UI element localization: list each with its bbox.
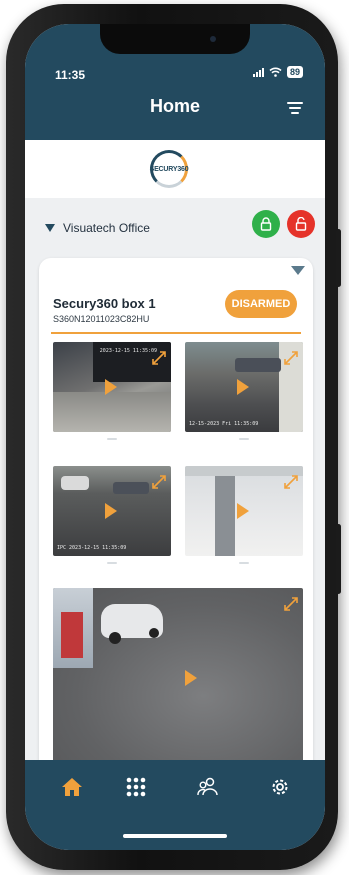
play-icon[interactable] (105, 379, 117, 395)
tab-users[interactable] (195, 774, 221, 800)
phone-frame: 11:35 89 Home SECURY360 Visuatech Office… (6, 4, 341, 870)
status-icons: 89 (252, 66, 303, 78)
notch (100, 24, 250, 54)
box-card: Secury360 box 1 S360N12011023C82HU DISAR… (39, 258, 313, 818)
expand-icon[interactable] (283, 596, 299, 612)
filter-icon[interactable] (287, 102, 303, 114)
expand-icon[interactable] (283, 474, 299, 490)
tab-settings[interactable] (267, 774, 293, 800)
logo-text: SECURY360 (149, 165, 189, 173)
site-name: Visuatech Office (63, 221, 150, 235)
play-icon[interactable] (237, 379, 249, 395)
play-icon[interactable] (185, 670, 197, 686)
brand-logo: SECURY360 (149, 150, 189, 188)
pager-dots (107, 562, 117, 564)
lock-closed-icon (260, 217, 272, 231)
pager-dots (239, 438, 249, 440)
pager-dots (107, 438, 117, 440)
app-screen: 11:35 89 Home SECURY360 Visuatech Office… (25, 24, 325, 850)
status-time: 11:35 (55, 68, 86, 82)
divider (51, 332, 301, 334)
expand-icon[interactable] (283, 350, 299, 366)
camera-timestamp: 2023-12-15 11:35:09 (99, 348, 157, 354)
battery-indicator: 89 (286, 66, 303, 78)
arm-button[interactable] (252, 210, 280, 238)
page-title: Home (149, 96, 200, 116)
tab-home[interactable] (59, 774, 85, 800)
expand-icon[interactable] (151, 474, 167, 490)
caret-down-icon[interactable] (45, 224, 55, 232)
pager-dots (239, 562, 249, 564)
play-icon[interactable] (105, 503, 117, 519)
play-icon[interactable] (237, 503, 249, 519)
status-badge[interactable]: DISARMED (225, 290, 297, 318)
users-icon (197, 777, 218, 796)
site-row[interactable]: Visuatech Office (25, 206, 325, 250)
disarm-button[interactable] (287, 210, 315, 238)
lock-open-icon (295, 217, 307, 231)
collapse-icon[interactable] (291, 266, 305, 275)
camera-timestamp: IPC 2023-12-15 11:35:09 (57, 545, 127, 551)
expand-icon[interactable] (151, 350, 167, 366)
box-serial: S360N12011023C82HU (53, 314, 150, 324)
signal-icon (252, 67, 264, 77)
home-indicator (123, 834, 227, 838)
camera-tile[interactable] (53, 588, 303, 768)
grid-icon (126, 777, 146, 797)
side-button (336, 524, 341, 594)
tab-grid[interactable] (123, 774, 149, 800)
camera-timestamp: 12-15-2023 Fri 11:35:09 (189, 421, 259, 427)
side-button (336, 229, 341, 287)
gear-icon (272, 779, 288, 795)
home-icon (62, 778, 82, 796)
wifi-icon (269, 67, 282, 77)
box-name: Secury360 box 1 (53, 296, 156, 311)
